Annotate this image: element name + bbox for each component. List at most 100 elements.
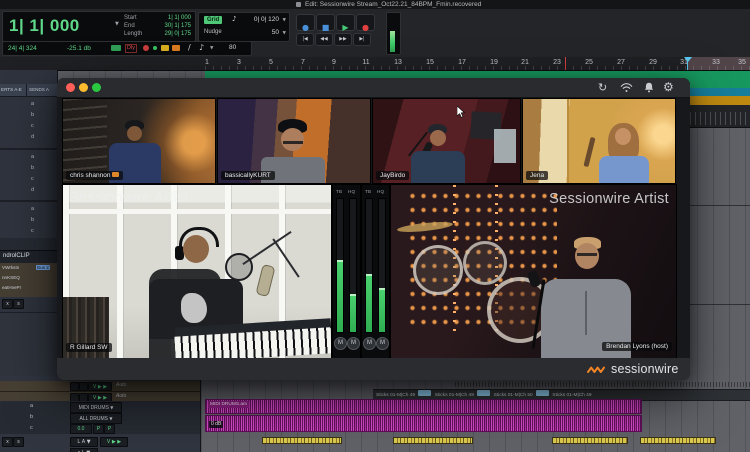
audio-clip[interactable]: KickIn 01-Dv 01-03-1: [393, 437, 473, 452]
sel-length[interactable]: 29| 0| 175: [165, 31, 191, 37]
send-slot[interactable]: b: [31, 165, 34, 171]
status-chip-green[interactable]: [111, 45, 121, 51]
bar-ruler[interactable]: 1 3 5 7 9 11 13 15 17 19 21 23 25 27 29 …: [0, 57, 750, 71]
grid-note-icon[interactable]: ♪: [232, 15, 236, 23]
play-button[interactable]: ▶: [336, 14, 355, 32]
insert-slot[interactable]: VWrkstn: [2, 265, 19, 270]
minimize-button[interactable]: [79, 83, 88, 92]
sel-end[interactable]: 30| 1| 175: [165, 23, 191, 29]
x-button[interactable]: x: [2, 437, 13, 447]
output-selector[interactable]: MIDI DRUMS ▼: [70, 402, 122, 413]
send-slot[interactable]: c: [31, 228, 34, 234]
midi-clip-lane-2[interactable]: 0 dB: [205, 415, 642, 432]
tempo-value[interactable]: 80: [229, 44, 236, 51]
main-counter[interactable]: 1| 1| 000: [9, 16, 80, 36]
fast-forward-button[interactable]: ▶▶: [334, 33, 352, 46]
selected-clip-chip[interactable]: [536, 390, 550, 396]
selected-clip-chip[interactable]: [477, 390, 491, 396]
playback-cluster[interactable]: V ▶ ▶: [88, 382, 112, 391]
refresh-icon[interactable]: ↻: [598, 81, 607, 94]
playback-cluster[interactable]: V ▶ ▶: [100, 437, 128, 447]
metronome-button[interactable]: ●: [296, 14, 315, 32]
wifi-icon[interactable]: [620, 83, 633, 93]
sub-counter[interactable]: 24| 4| 324: [8, 45, 37, 52]
nudge-value[interactable]: 50: [272, 29, 279, 36]
midi-clip-lane-1[interactable]: MIDI DRUMS.am: [205, 399, 642, 414]
pencil-icon[interactable]: /: [188, 43, 191, 52]
input-selector[interactable]: ALL DRUMS ▼: [70, 413, 122, 424]
bus-chip[interactable]: Bus 2: [36, 265, 50, 270]
insert-slot[interactable]: nnKSEQ: [2, 275, 20, 280]
video-tile-chris[interactable]: chris shannon: [62, 98, 216, 184]
close-button[interactable]: [66, 83, 75, 92]
sticks-clip[interactable]: Sticks 01-M|Ch 49: [376, 393, 415, 398]
vc-titlebar[interactable]: ↻ ⚙: [57, 78, 690, 98]
audio-clip[interactable]: KickIn 01-Dv 01-03-1: [640, 437, 716, 452]
send-slot[interactable]: d: [31, 187, 34, 193]
stop-button[interactable]: ■: [316, 14, 335, 32]
video-tile-jaybirdo[interactable]: JayBirdo: [372, 98, 521, 184]
counter-caret-icon[interactable]: ▼: [115, 21, 119, 27]
clock-indicator[interactable]: [143, 45, 149, 51]
os-titlebar[interactable]: Edit: Sessionwire Stream_Oct22.21_84BPM_…: [0, 0, 750, 9]
gear-icon[interactable]: ⚙: [663, 80, 674, 94]
solo-s-button[interactable]: s: [13, 299, 24, 309]
pan-right-display[interactable]: P: [104, 424, 115, 434]
send-slot[interactable]: a: [31, 154, 34, 160]
audio-clip[interactable]: KickIn 01-Dv 01-03-1: [552, 437, 628, 452]
mute-button[interactable]: M: [334, 337, 347, 350]
sticks-clip[interactable]: Sticks 01-M|Ch 50: [494, 393, 533, 398]
grid-label[interactable]: Grid: [204, 16, 223, 24]
sel-start[interactable]: 1| 1| 000: [168, 15, 191, 21]
note-caret-icon[interactable]: ▼: [210, 46, 213, 51]
clip-gain-chip[interactable]: 0 dB: [209, 421, 224, 428]
send-slot[interactable]: c: [30, 425, 33, 431]
selected-clip-chip[interactable]: [418, 390, 432, 396]
go-to-end-button[interactable]: ▶|: [353, 33, 371, 46]
nudge-caret-icon[interactable]: ▼: [283, 31, 286, 36]
send-slot[interactable]: d: [31, 134, 34, 140]
mute-button[interactable]: M: [347, 337, 360, 350]
record-button[interactable]: ●: [356, 14, 375, 32]
marker-flag[interactable]: [565, 57, 566, 70]
pan-left-display[interactable]: P: [93, 424, 104, 434]
send-slot[interactable]: c: [31, 123, 34, 129]
mute-button[interactable]: M: [376, 337, 389, 350]
grid-value[interactable]: 0| 0| 120: [254, 16, 279, 23]
record-cluster[interactable]: L A ▼: [70, 437, 98, 447]
bell-icon[interactable]: [643, 82, 655, 93]
link-indicator[interactable]: [153, 46, 157, 50]
record-cluster[interactable]: s L ▼: [70, 448, 98, 452]
video-tile-jena[interactable]: Jena: [522, 98, 676, 184]
auto-label[interactable]: Auto: [116, 382, 126, 388]
send-slot[interactable]: b: [30, 414, 33, 420]
sticks-clip[interactable]: Sticks 01-M|Ch 49: [552, 393, 591, 398]
video-tile-kurt[interactable]: bassicallyKURT: [217, 98, 371, 184]
insert-slot[interactable]: eatHvePr: [2, 285, 21, 290]
grid-caret-icon[interactable]: ▼: [283, 18, 286, 23]
send-slot[interactable]: a: [30, 403, 33, 409]
mini-button[interactable]: [79, 382, 88, 391]
return-to-zero-button[interactable]: |◀: [296, 33, 314, 46]
send-slot[interactable]: c: [31, 176, 34, 182]
s-button[interactable]: s: [13, 437, 24, 447]
note-icon[interactable]: ♪: [199, 43, 204, 52]
track-name-box[interactable]: ndrolCLIP: [0, 250, 57, 263]
video-tile-rgillard[interactable]: Sessionwire Artist R Gillard SW: [62, 184, 332, 359]
sticks-clip[interactable]: Sticks 01-M|Ch 49: [435, 393, 474, 398]
send-slot[interactable]: b: [31, 112, 34, 118]
zoom-button[interactable]: [92, 83, 101, 92]
dly-indicator[interactable]: Dly: [125, 44, 137, 53]
send-slot[interactable]: b: [31, 217, 34, 223]
volume-display[interactable]: 0.0: [70, 424, 92, 434]
status-chip-orange[interactable]: [172, 45, 180, 51]
nudge-label[interactable]: Nudge: [204, 29, 222, 35]
audio-clip[interactable]: KickIn 01-Dv 01-03-1: [262, 437, 342, 452]
video-tile-brendan[interactable]: Sessionwire Artist Brendan Lyons (host): [390, 184, 677, 359]
status-chip-yellow[interactable]: [161, 45, 169, 51]
mute-button[interactable]: M: [363, 337, 376, 350]
send-slot[interactable]: a: [31, 101, 34, 107]
solo-x-button[interactable]: x: [2, 299, 13, 309]
send-slot[interactable]: a: [31, 206, 34, 212]
auto-label[interactable]: Auto: [116, 393, 126, 399]
